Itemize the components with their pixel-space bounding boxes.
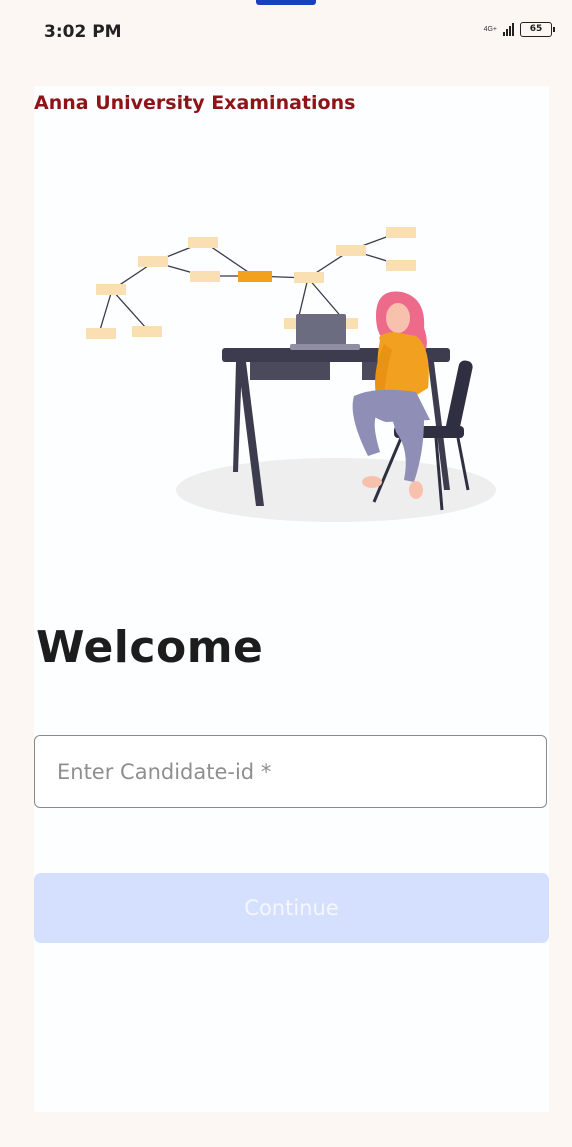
signal-icon	[503, 22, 514, 36]
battery-icon: 65	[520, 21, 555, 37]
status-icons: 4G+ 65	[484, 20, 555, 38]
status-time: 3:02 PM	[44, 22, 122, 42]
app-title: Anna University Examinations	[34, 92, 356, 114]
hero-illustration	[86, 227, 496, 522]
welcome-heading: Welcome	[36, 622, 264, 673]
network-icon: 4G+	[484, 26, 497, 33]
battery-level: 65	[529, 23, 543, 34]
continue-button[interactable]: Continue	[34, 873, 549, 943]
status-bar: 3:02 PM 4G+ 65	[0, 0, 572, 62]
candidate-id-input[interactable]	[34, 735, 547, 808]
network-type: 4G+	[483, 25, 497, 33]
